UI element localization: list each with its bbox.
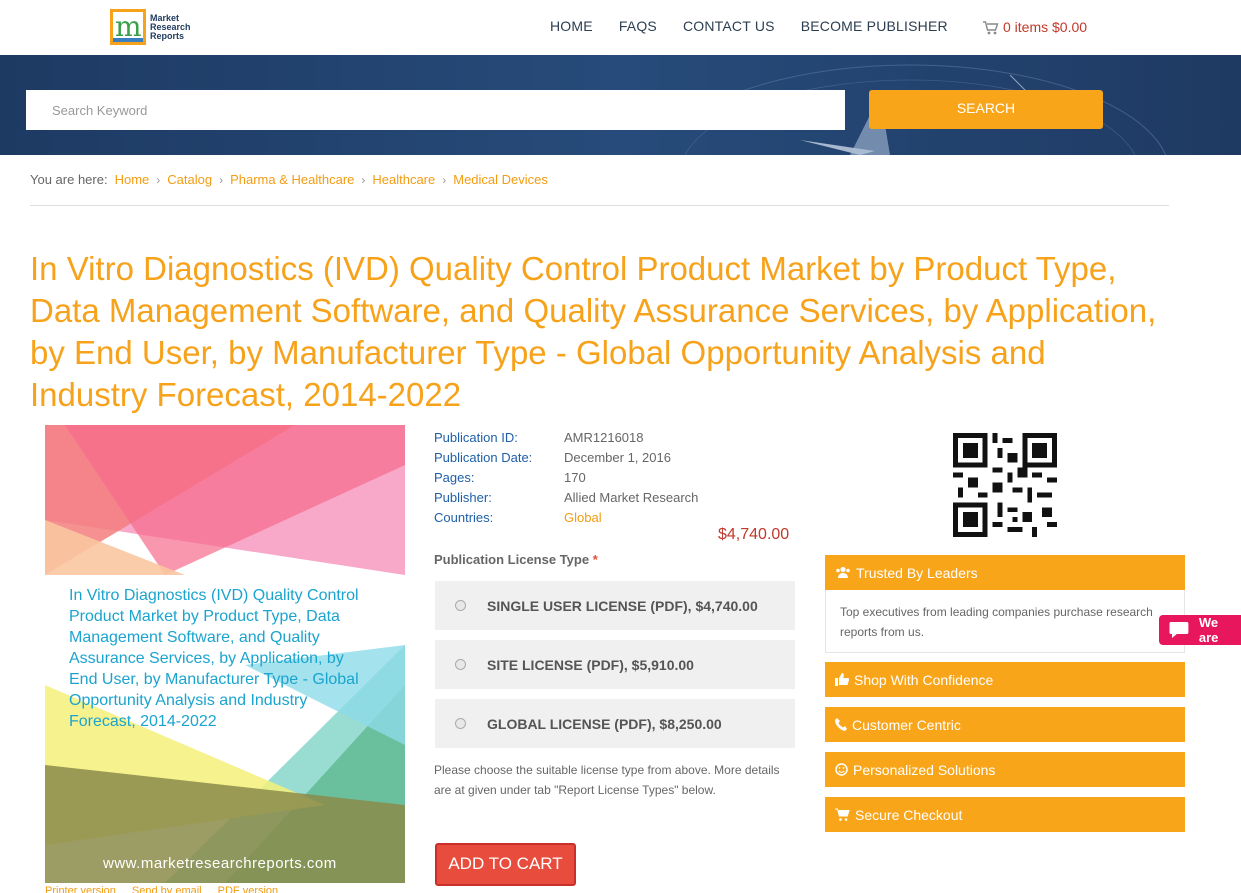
breadcrumb-medical-devices[interactable]: Medical Devices bbox=[453, 172, 548, 187]
license-option-label: GLOBAL LICENSE (PDF), $8,250.00 bbox=[487, 715, 722, 732]
license-option-single-user[interactable]: SINGLE USER LICENSE (PDF), $4,740.00 bbox=[435, 581, 795, 630]
breadcrumb-healthcare[interactable]: Healthcare bbox=[372, 172, 435, 187]
smile-icon bbox=[835, 763, 848, 776]
feature-trusted-by-leaders[interactable]: Trusted By Leaders bbox=[825, 555, 1185, 590]
breadcrumb-home[interactable]: Home bbox=[115, 172, 150, 187]
feature-customer-centric[interactable]: Customer Centric bbox=[825, 707, 1185, 742]
feature-label: Customer Centric bbox=[852, 716, 961, 733]
detail-value: AMR1216018 bbox=[564, 429, 644, 445]
cart-summary[interactable]: 0 items $0.00 bbox=[982, 19, 1087, 35]
license-option-global[interactable]: GLOBAL LICENSE (PDF), $8,250.00 bbox=[435, 699, 795, 748]
divider bbox=[30, 205, 1169, 206]
radio-button[interactable] bbox=[455, 718, 466, 729]
detail-key: Publication Date: bbox=[434, 449, 533, 465]
detail-key: Countries: bbox=[434, 509, 494, 525]
cart-icon bbox=[983, 20, 999, 34]
chevron-right-icon: › bbox=[442, 172, 447, 187]
search-button[interactable]: SEARCH bbox=[869, 90, 1103, 129]
detail-value: December 1, 2016 bbox=[564, 449, 671, 465]
thumbs-up-icon bbox=[835, 673, 849, 686]
feature-secure-checkout[interactable]: Secure Checkout bbox=[825, 797, 1185, 832]
detail-row: Publisher: Allied Market Research bbox=[434, 487, 698, 507]
users-icon bbox=[835, 566, 851, 579]
breadcrumb-prefix: You are here: bbox=[30, 172, 108, 187]
chevron-right-icon: › bbox=[361, 172, 366, 187]
nav-become-publisher[interactable]: BECOME PUBLISHER bbox=[801, 18, 948, 34]
feature-label: Secure Checkout bbox=[855, 806, 963, 823]
nav-home[interactable]: HOME bbox=[550, 18, 593, 34]
page-title: In Vitro Diagnostics (IVD) Quality Contr… bbox=[30, 250, 1157, 413]
logo-mark: m bbox=[110, 9, 146, 45]
site-logo[interactable]: m Market Research Reports bbox=[110, 9, 191, 45]
search-input[interactable] bbox=[26, 90, 845, 130]
chat-label: We are bbox=[1198, 615, 1219, 645]
chat-widget[interactable]: We are bbox=[1159, 615, 1241, 645]
cover-url: www.marketresearchreports.com bbox=[103, 855, 337, 872]
detail-row: Publication ID: AMR1216018 bbox=[434, 427, 698, 447]
search-banner: SEARCH bbox=[0, 55, 1241, 155]
radio-button[interactable] bbox=[455, 600, 466, 611]
detail-row: Publication Date: December 1, 2016 bbox=[434, 447, 698, 467]
send-by-email-link[interactable]: Send by email bbox=[132, 885, 202, 893]
nav-contact-us[interactable]: CONTACT US bbox=[683, 18, 775, 34]
feature-personalized-solutions[interactable]: Personalized Solutions bbox=[825, 752, 1185, 787]
feature-label: Trusted By Leaders bbox=[856, 564, 978, 581]
cover-title: In Vitro Diagnostics (IVD) Quality Contr… bbox=[69, 587, 359, 730]
chevron-right-icon: › bbox=[156, 172, 161, 187]
pdf-version-link[interactable]: PDF version bbox=[218, 885, 279, 893]
breadcrumb: You are here: Home › Catalog › Pharma & … bbox=[30, 172, 548, 187]
breadcrumb-catalog[interactable]: Catalog bbox=[167, 172, 212, 187]
phone-icon bbox=[835, 718, 847, 731]
report-cover-image: In Vitro Diagnostics (IVD) Quality Contr… bbox=[45, 425, 405, 883]
detail-row: Pages: 170 bbox=[434, 467, 698, 487]
license-option-site[interactable]: SITE LICENSE (PDF), $5,910.00 bbox=[435, 640, 795, 689]
main-nav: HOME FAQS CONTACT US BECOME PUBLISHER bbox=[550, 18, 974, 34]
license-note: Please choose the suitable license type … bbox=[434, 763, 780, 797]
feature-label: Personalized Solutions bbox=[853, 761, 996, 778]
detail-value: 170 bbox=[564, 469, 586, 485]
top-header: m Market Research Reports HOME FAQS CONT… bbox=[0, 0, 1241, 55]
breadcrumb-pharma-healthcare[interactable]: Pharma & Healthcare bbox=[230, 172, 354, 187]
printer-version-link[interactable]: Printer version bbox=[45, 885, 116, 893]
cart-icon bbox=[835, 808, 850, 821]
report-actions: Printer version Send by email PDF versio… bbox=[45, 885, 278, 893]
add-to-cart-button[interactable]: ADD TO CART bbox=[435, 843, 576, 886]
feature-label: Shop With Confidence bbox=[854, 671, 994, 688]
logo-text: Market Research Reports bbox=[150, 12, 191, 41]
chat-bubble-icon bbox=[1169, 622, 1189, 638]
detail-row: Countries: Global bbox=[434, 507, 698, 527]
qr-code-icon bbox=[953, 433, 1057, 537]
chevron-right-icon: › bbox=[219, 172, 224, 187]
license-option-label: SITE LICENSE (PDF), $5,910.00 bbox=[487, 656, 694, 673]
radio-button[interactable] bbox=[455, 659, 466, 670]
nav-faqs[interactable]: FAQS bbox=[619, 18, 657, 34]
license-option-label: SINGLE USER LICENSE (PDF), $4,740.00 bbox=[487, 597, 758, 614]
detail-key: Publication ID: bbox=[434, 429, 518, 445]
publication-details: Publication ID: AMR1216018 Publication D… bbox=[434, 427, 698, 527]
detail-key: Pages: bbox=[434, 469, 475, 485]
detail-value: Allied Market Research bbox=[564, 489, 699, 505]
feature-shop-with-confidence[interactable]: Shop With Confidence bbox=[825, 662, 1185, 697]
trusted-description: Top executives from leading companies pu… bbox=[825, 590, 1185, 653]
license-type-label: Publication License Type * bbox=[434, 552, 598, 567]
required-mark: * bbox=[592, 552, 598, 567]
countries-link[interactable]: Global bbox=[564, 510, 602, 525]
detail-key: Publisher: bbox=[434, 489, 492, 505]
price: $4,740.00 bbox=[718, 526, 790, 543]
cart-label: 0 items $0.00 bbox=[1003, 19, 1088, 35]
